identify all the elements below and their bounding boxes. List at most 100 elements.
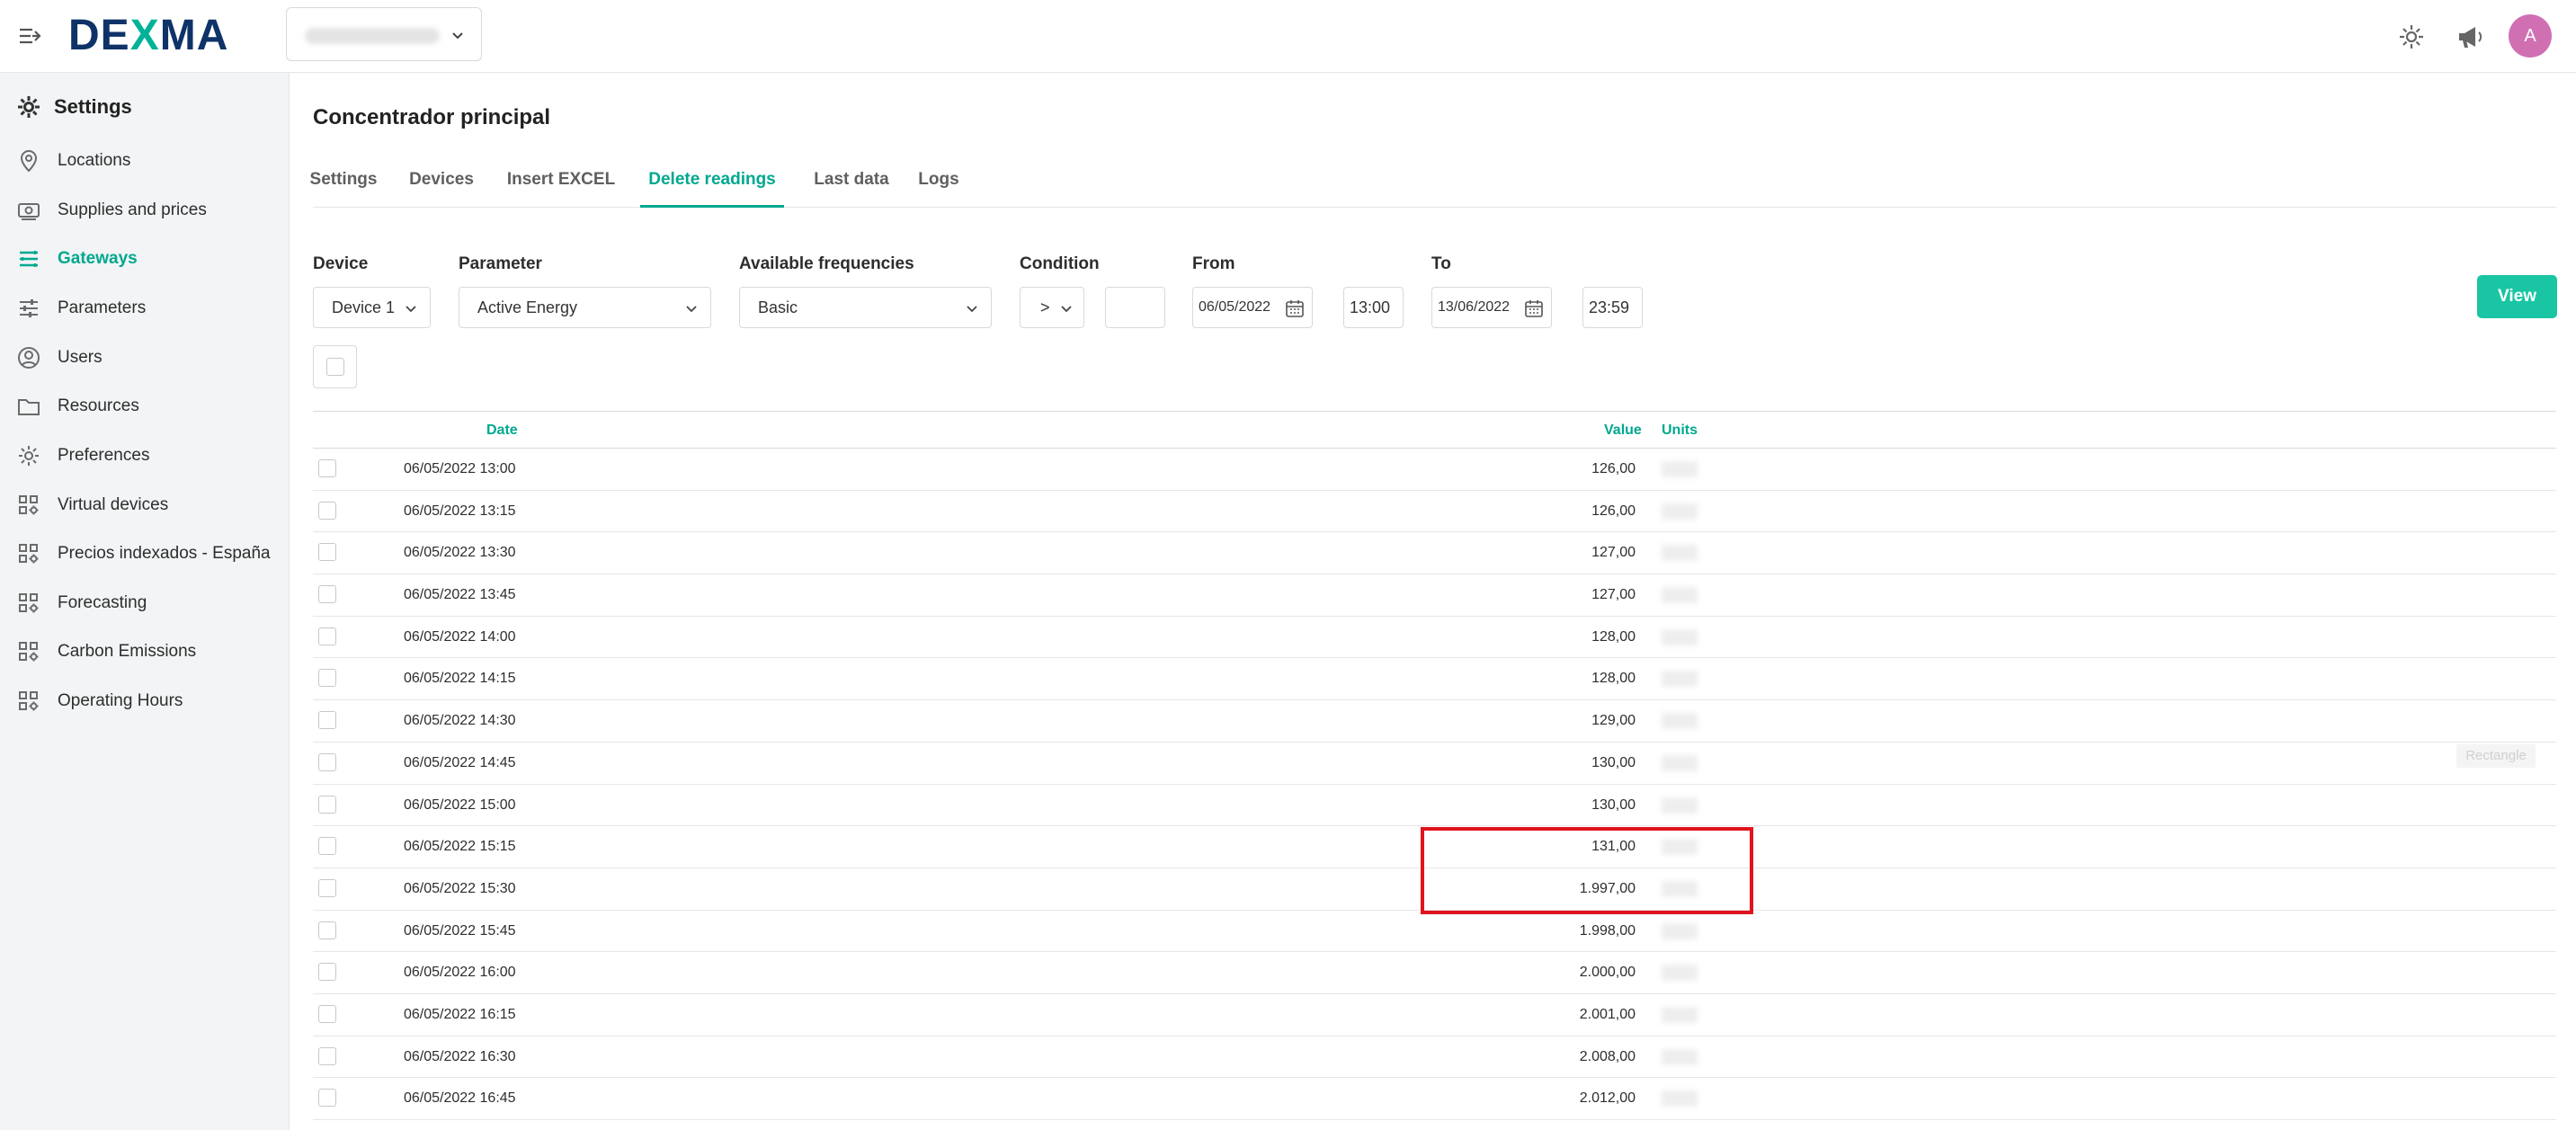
to-time-input[interactable]: 23:59 — [1582, 287, 1643, 328]
row-date: 06/05/2022 13:15 — [404, 503, 516, 519]
readings-table: Date Value Units 06/05/2022 13:00 126,00 0… — [313, 411, 2556, 1120]
row-checkbox[interactable] — [318, 1089, 336, 1108]
frequency-select-value: Basic — [758, 298, 798, 316]
from-date-input[interactable]: 06/05/2022 — [1192, 287, 1313, 328]
row-checkbox[interactable] — [318, 837, 336, 856]
calendar-icon[interactable] — [1285, 298, 1305, 318]
from-date-value: 06/05/2022 — [1199, 299, 1271, 315]
apps-gear-icon — [19, 544, 39, 564]
apps-gear-icon — [19, 691, 39, 711]
column-header-date[interactable]: Date — [486, 423, 518, 439]
table-row: 06/05/2022 14:45 130,00 — [313, 743, 2556, 785]
sliders-icon — [20, 299, 38, 317]
select-all-checkbox[interactable] — [313, 345, 357, 388]
frequency-label: Available frequencies — [739, 254, 914, 273]
column-header-value[interactable]: Value — [1604, 423, 1642, 439]
row-value: 1.998,00 — [1579, 922, 1636, 939]
expand-menu-icon[interactable] — [16, 22, 45, 50]
row-date: 06/05/2022 15:15 — [404, 839, 516, 855]
tab-devices[interactable]: Devices — [407, 166, 476, 208]
table-row: 06/05/2022 14:15 128,00 — [313, 658, 2556, 701]
row-unit-redacted — [1662, 461, 1698, 477]
row-checkbox[interactable] — [318, 1004, 336, 1023]
sidebar-item-supplies-and-prices[interactable]: Supplies and prices — [16, 192, 207, 228]
from-time-input[interactable]: 13:00 — [1343, 287, 1404, 328]
sidebar-item-label: Gateways — [58, 249, 138, 268]
sidebar-title-label: Settings — [54, 95, 132, 118]
gateway-icon — [20, 251, 38, 267]
row-date: 06/05/2022 14:45 — [404, 754, 516, 770]
row-checkbox[interactable] — [318, 963, 336, 982]
sidebar-item-virtual-devices[interactable]: Virtual devices — [16, 487, 168, 523]
row-date: 06/05/2022 14:30 — [404, 713, 516, 729]
tab-delete-readings[interactable]: Delete readings — [640, 166, 784, 208]
to-date-input[interactable]: 13/06/2022 — [1431, 287, 1552, 328]
column-header-units[interactable]: Units — [1662, 423, 1698, 439]
sidebar-item-forecasting[interactable]: Forecasting — [16, 585, 147, 621]
row-checkbox[interactable] — [318, 501, 336, 520]
row-checkbox[interactable] — [318, 921, 336, 939]
tab-settings[interactable]: Settings — [310, 166, 378, 208]
gear-icon[interactable] — [2396, 22, 2427, 52]
row-checkbox[interactable] — [318, 711, 336, 730]
row-checkbox[interactable] — [318, 1046, 336, 1065]
row-value: 2.012,00 — [1579, 1090, 1636, 1107]
row-date: 06/05/2022 14:15 — [404, 671, 516, 687]
sidebar-item-precios-indexados-espa-a[interactable]: Precios indexados - España — [16, 536, 271, 572]
sidebar-item-locations[interactable]: Locations — [16, 143, 130, 179]
sidebar-item-label: Carbon Emissions — [58, 642, 197, 661]
view-button[interactable]: View — [2477, 275, 2557, 318]
user-avatar[interactable]: A — [2509, 14, 2552, 58]
device-select[interactable]: Device 1 — [313, 287, 431, 328]
condition-select[interactable]: > — [1020, 287, 1084, 328]
row-date: 06/05/2022 16:45 — [404, 1090, 516, 1107]
sidebar-item-label: Preferences — [58, 446, 150, 465]
row-checkbox[interactable] — [318, 543, 336, 562]
row-unit-redacted — [1662, 587, 1698, 604]
row-unit-redacted — [1662, 545, 1698, 562]
tab-logs[interactable]: Logs — [917, 166, 960, 208]
table-row: 06/05/2022 13:45 127,00 — [313, 574, 2556, 617]
row-value: 126,00 — [1591, 503, 1636, 519]
calendar-icon[interactable] — [1524, 298, 1544, 318]
dexma-logo[interactable]: DEXMA — [68, 7, 228, 65]
location-pin-icon — [20, 149, 38, 173]
sidebar-item-carbon-emissions[interactable]: Carbon Emissions — [16, 634, 196, 670]
sidebar-item-parameters[interactable]: Parameters — [16, 290, 146, 326]
from-label: From — [1192, 254, 1235, 273]
table-row: 06/05/2022 13:00 126,00 — [313, 449, 2556, 491]
row-checkbox[interactable] — [318, 669, 336, 688]
sidebar-item-preferences[interactable]: Preferences — [16, 438, 149, 474]
annotation-ghost-label: Rectangle — [2456, 744, 2536, 768]
row-date: 06/05/2022 15:00 — [404, 796, 516, 813]
tab-insert-excel[interactable]: Insert EXCEL — [505, 166, 617, 208]
organization-select[interactable] — [286, 7, 482, 61]
row-unit-redacted — [1662, 754, 1698, 771]
row-checkbox[interactable] — [318, 459, 336, 477]
tab-last-data[interactable]: Last data — [811, 166, 892, 208]
row-checkbox[interactable] — [318, 878, 336, 897]
apps-gear-icon — [19, 495, 39, 515]
row-checkbox[interactable] — [318, 752, 336, 771]
sidebar-item-operating-hours[interactable]: Operating Hours — [16, 683, 183, 719]
row-unit-redacted — [1662, 628, 1698, 645]
condition-value-input[interactable] — [1105, 287, 1165, 328]
row-checkbox[interactable] — [318, 627, 336, 645]
parameter-select[interactable]: Active Energy — [459, 287, 711, 328]
sidebar-item-label: Resources — [58, 396, 139, 415]
condition-label: Condition — [1020, 254, 1100, 273]
row-date: 06/05/2022 16:15 — [404, 1006, 516, 1022]
row-date: 06/05/2022 16:30 — [404, 1048, 516, 1064]
row-unit-redacted — [1662, 1006, 1698, 1023]
frequency-select[interactable]: Basic — [739, 287, 992, 328]
sidebar-item-users[interactable]: Users — [16, 340, 103, 376]
sidebar-item-label: Operating Hours — [58, 691, 183, 710]
megaphone-icon[interactable] — [2455, 22, 2485, 52]
row-checkbox[interactable] — [318, 585, 336, 604]
sidebar-item-gateways[interactable]: Gateways — [16, 241, 138, 277]
row-checkbox[interactable] — [318, 795, 336, 814]
row-value: 130,00 — [1591, 796, 1636, 813]
chevron-down-icon — [452, 32, 463, 40]
sidebar-item-resources[interactable]: Resources — [16, 388, 139, 424]
table-row: 06/05/2022 15:45 1.998,00 — [313, 911, 2556, 953]
